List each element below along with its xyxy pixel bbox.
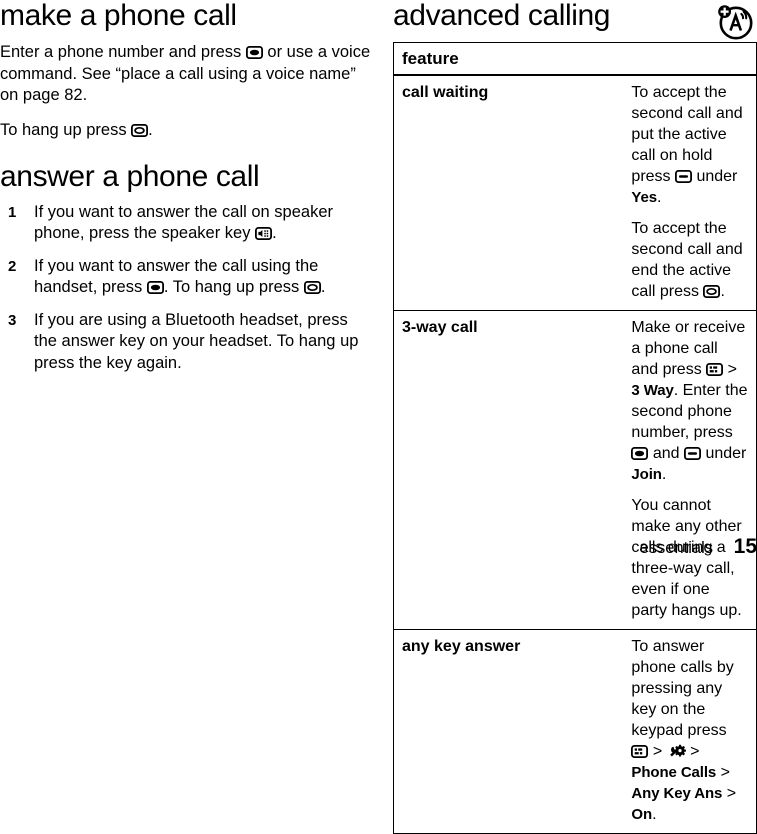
feature-description-call-waiting: To accept the second call and put the ac…	[623, 75, 756, 311]
step-3-text-1: If you are using a Bluetooth headset, pr…	[34, 310, 359, 372]
step-2-text-3: .	[320, 278, 326, 297]
cw-p1-menu-label-yes: Yes	[631, 189, 657, 207]
end-call-key-icon	[703, 285, 721, 299]
ak-p1-menu-label-phone-calls: Phone Calls	[631, 764, 717, 782]
center-select-key-icon	[631, 447, 649, 461]
table-row-call-waiting: call waiting To accept the second call a…	[394, 75, 757, 311]
call-waiting-paragraph-1: To accept the second call and put the ac…	[631, 82, 748, 208]
any-key-paragraph-1: To answer phone calls by pressing any ke…	[631, 636, 748, 825]
guide-page: make a phone call Enter a phone number a…	[0, 0, 757, 834]
ak-p1-text-4: >	[716, 764, 730, 782]
settings-key-icon	[667, 744, 686, 759]
column-header-feature: feature	[393, 42, 757, 77]
page-title-make-a-phone-call: make a phone call	[0, 0, 237, 32]
make-call-paragraph: Enter a phone number and press or use a …	[0, 42, 372, 107]
table-row-any-key-answer: any key answer To answer phone calls by …	[393, 629, 757, 834]
table-header-row: feature	[393, 42, 757, 77]
ak-p1-text-5: >	[722, 785, 737, 803]
page-title-advanced-calling: advanced calling	[393, 0, 611, 32]
page-title-answer-a-phone-call: answer a phone call	[0, 160, 260, 194]
feature-name-call-waiting: call waiting	[402, 84, 489, 102]
speaker-key-icon	[255, 227, 273, 241]
answer-call-steps: 1 If you want to answer the call on spea…	[0, 202, 372, 375]
call-waiting-paragraph-2: To accept the second call and end the ac…	[631, 218, 748, 302]
soft-key-icon	[684, 447, 702, 461]
table-row-3-way-call: 3-way call Make or receive a phone call …	[393, 310, 757, 630]
voice-command-icon	[715, 2, 755, 47]
tw-p1-text-6: .	[661, 466, 667, 484]
footer-page-number: 15	[733, 535, 757, 558]
tw-p1-menu-label-3-way: 3 Way	[631, 382, 674, 400]
feature-name-any-key-answer: any key answer	[393, 629, 624, 834]
feature-name-3-way-call: 3-way call	[393, 310, 624, 630]
center-select-key-icon	[245, 46, 263, 60]
cw-p2-text-1: To accept the second call and end the ac…	[631, 220, 743, 301]
ak-p1-menu-label-any-key-ans: Any Key Ans	[631, 785, 723, 803]
advanced-calling-table: feature call waiting To accept the secon…	[393, 42, 757, 834]
feature-description-any-key-answer: To answer phone calls by pressing any ke…	[623, 629, 757, 834]
step-1-text-1: If you want to answer the call on speake…	[34, 202, 333, 243]
hang-up-paragraph: To hang up press .	[0, 120, 372, 142]
list-item-step-1: 1 If you want to answer the call on spea…	[0, 202, 372, 245]
make-call-text-1: Enter a phone number and press	[0, 43, 246, 62]
ak-p1-text-2: >	[648, 743, 667, 761]
tw-p1-text-5: under	[701, 445, 747, 463]
step-1-text-2: .	[272, 224, 277, 243]
cw-p1-text-3: .	[656, 189, 662, 207]
ak-p1-menu-label-on: On	[631, 806, 653, 824]
list-item-step-2: 2 If you want to answer the call using t…	[0, 256, 372, 299]
cw-p2-text-2: .	[720, 283, 725, 301]
cw-p1-text-2: under	[692, 168, 738, 186]
list-item-step-3: 3 If you are using a Bluetooth headset, …	[0, 310, 372, 375]
menu-key-icon	[706, 363, 724, 377]
left-column: make a phone call Enter a phone number a…	[0, 0, 372, 385]
soft-key-icon	[675, 170, 692, 184]
feature-description-3-way-call: Make or receive a phone call and press >…	[623, 310, 757, 630]
step-number: 2	[8, 257, 17, 275]
right-column: advanced calling feature call waiting To…	[393, 0, 757, 834]
center-select-key-icon	[146, 281, 164, 295]
tw-p1-menu-label-join: Join	[631, 466, 662, 484]
menu-key-icon	[631, 745, 649, 759]
tw-p1-text-4: and	[648, 445, 685, 463]
three-way-paragraph-1: Make or receive a phone call and press >…	[631, 317, 748, 485]
end-call-key-icon	[303, 281, 321, 295]
ak-p1-text-1: To answer phone calls by pressing any ke…	[631, 638, 734, 740]
hang-up-text-1: To hang up press	[0, 120, 132, 139]
page-footer: essentials 15	[640, 535, 757, 559]
ak-p1-text-6: .	[652, 806, 657, 824]
footer-chapter-name: essentials	[639, 539, 713, 557]
step-number: 1	[8, 203, 17, 221]
hang-up-text-2: .	[148, 120, 153, 139]
step-2-text-2: . To hang up press	[163, 278, 304, 297]
step-number: 3	[8, 311, 17, 329]
ak-p1-text-3: >	[685, 743, 700, 761]
tw-p1-text-2: >	[723, 361, 737, 379]
end-call-key-icon	[131, 123, 149, 137]
